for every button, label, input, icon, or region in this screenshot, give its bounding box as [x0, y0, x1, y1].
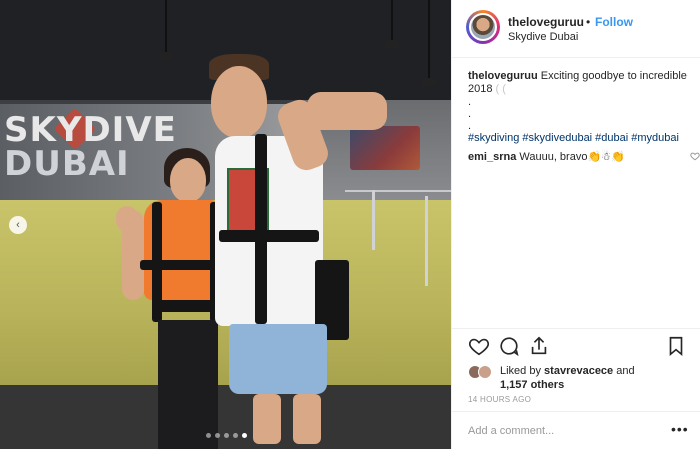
photo-pendant-light [391, 0, 393, 40]
bookmark-icon[interactable] [665, 335, 687, 357]
avatar [478, 365, 492, 379]
comment-form: ••• [452, 411, 700, 450]
liked-by-avatars [468, 365, 502, 379]
heart-icon[interactable] [468, 335, 490, 357]
post-caption: theloveguruu Exciting goodbye to incredi… [468, 70, 694, 145]
share-icon[interactable] [528, 335, 550, 357]
photo-lamp [422, 78, 436, 86]
photo-lamp [159, 52, 173, 60]
likes-count[interactable]: 1,157 others [500, 379, 564, 391]
post-actions: Liked by stavrevacece and 1,157 others 1… [452, 328, 700, 450]
photo-lamp [385, 40, 399, 48]
caption-faint-symbols: ⁠( ( [495, 83, 506, 95]
photo-pendant-light [428, 0, 430, 78]
location-link[interactable]: Skydive Dubai [508, 31, 578, 43]
caption-dot: . [468, 108, 472, 120]
carousel-dot [233, 433, 238, 438]
comment-input[interactable] [468, 422, 658, 440]
photo-pendant-light [165, 0, 167, 52]
post-timestamp[interactable]: 14 HOURS AGO [468, 395, 531, 404]
avatar[interactable] [469, 13, 497, 41]
photo-mural [350, 126, 420, 170]
liked-by-text: Liked by stavrevacece and 1,157 others [500, 364, 690, 392]
carousel-prev-button[interactable]: ‹ [9, 216, 27, 234]
heart-icon[interactable] [690, 151, 700, 163]
comment-username[interactable]: emi_srna [468, 151, 516, 163]
story-ring[interactable] [466, 10, 500, 44]
instagram-post: SKYDIVE DUBAI ‹ theloveguruu • Follow Sk… [0, 0, 700, 449]
photo-railing [345, 190, 451, 192]
liked-by-username[interactable]: stavrevacece [544, 365, 613, 377]
liked-by-prefix: Liked by [500, 365, 541, 377]
carousel-dot [224, 433, 229, 438]
carousel-dot [206, 433, 211, 438]
header-separator: • [586, 15, 591, 29]
liked-by-and: and [616, 365, 635, 377]
photo-person-man [209, 54, 387, 449]
comment-icon[interactable] [498, 335, 520, 357]
follow-button[interactable]: Follow [595, 15, 633, 29]
comment-text: Wauuu, bravo👏☃👏 [519, 151, 625, 163]
post-header: theloveguruu • Follow Skydive Dubai [452, 0, 700, 58]
more-options-button[interactable]: ••• [671, 421, 689, 437]
caption-dot: . [468, 96, 472, 108]
caption-username[interactable]: theloveguruu [468, 70, 538, 82]
header-username[interactable]: theloveguruu [508, 15, 584, 29]
carousel-dot [242, 433, 247, 438]
carousel-dot [215, 433, 220, 438]
photo-railing-post [425, 196, 428, 286]
sign-text-dubai: DUBAI [4, 144, 130, 184]
carousel-indicator [206, 433, 247, 438]
chevron-left-icon: ‹ [16, 219, 20, 231]
comment-item: emi_srna Wauuu, bravo👏☃👏 [468, 151, 700, 164]
caption-hashtags[interactable]: #skydiving #skydivedubai #dubai #mydubai [468, 132, 679, 144]
post-photo[interactable]: SKYDIVE DUBAI ‹ [0, 0, 451, 449]
post-side-panel: theloveguruu • Follow Skydive Dubai thel… [451, 0, 700, 449]
photo-railing-post [372, 190, 375, 250]
caption-dot: . [468, 120, 472, 132]
